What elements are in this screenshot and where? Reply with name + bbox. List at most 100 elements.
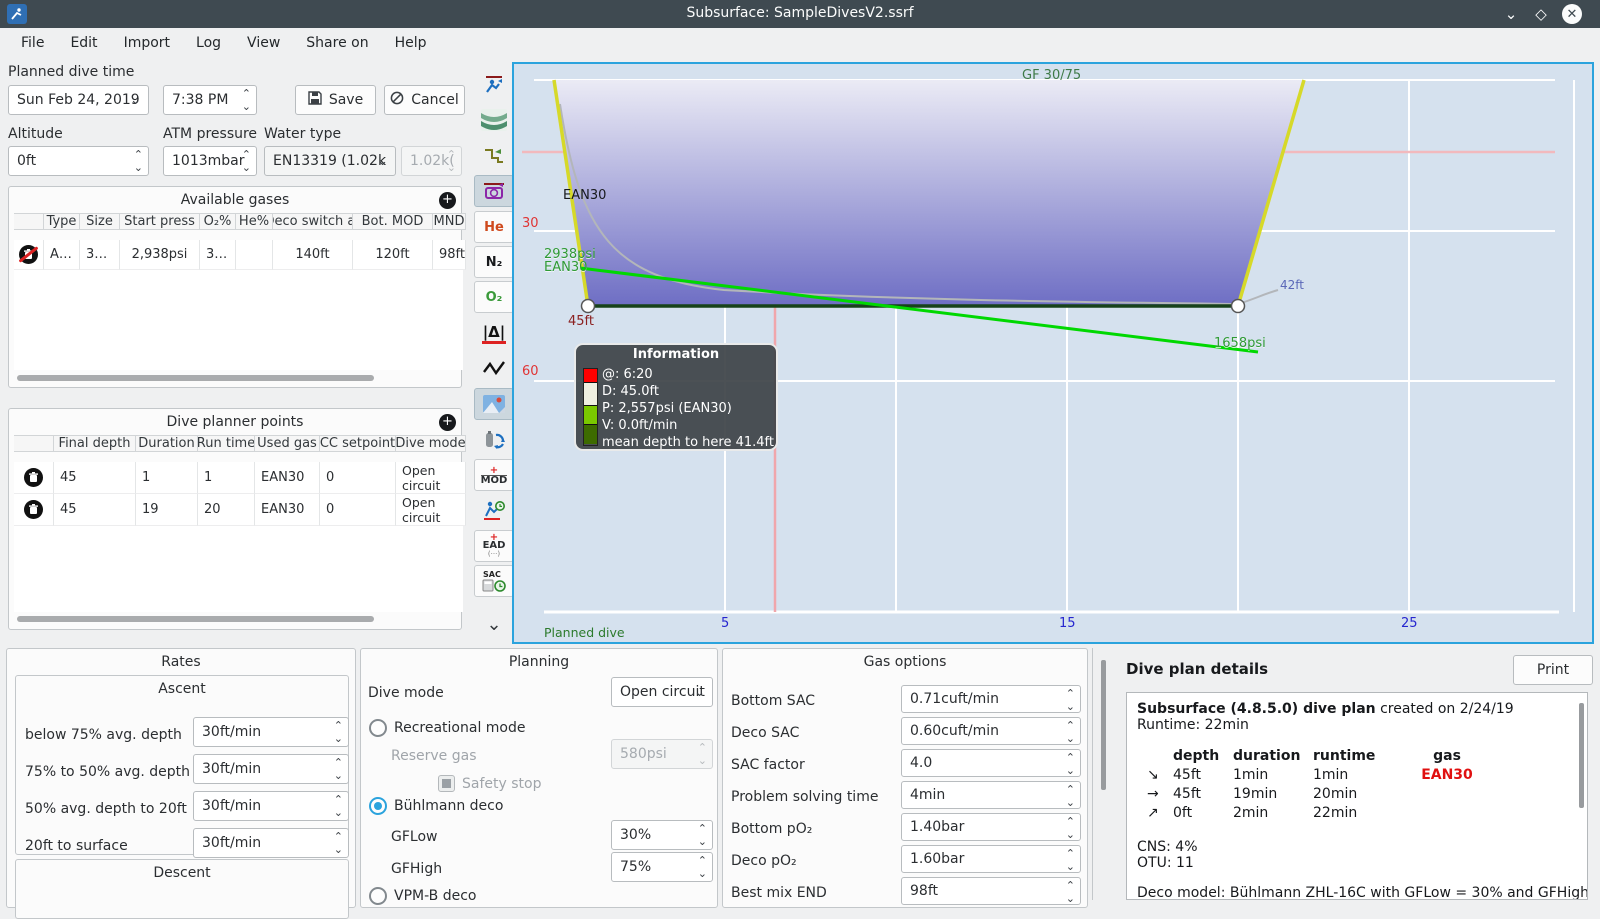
water-type-combo[interactable]: EN13319 (1.02k ⌄ — [264, 146, 396, 176]
spin-up-icon[interactable]: ⌃ — [1066, 847, 1075, 860]
menu-view[interactable]: View — [234, 31, 293, 55]
rate-20ft-surface-spinner[interactable]: 30ft/min ⌃ ⌄ — [193, 828, 349, 858]
menu-help[interactable]: Help — [382, 31, 440, 55]
toggle-pn2-button[interactable]: N₂ — [474, 246, 514, 278]
gas-start-press-cell[interactable]: 2,938psi — [120, 240, 200, 270]
best-mix-end-spinner[interactable]: 98ft ⌃ ⌄ — [901, 877, 1081, 905]
dive-time-spinner[interactable]: 7:38 PM ⌃ ⌄ — [163, 85, 257, 115]
spin-down-icon[interactable]: ⌄ — [1066, 892, 1075, 904]
gases-col-mnd[interactable]: MND — [433, 213, 466, 230]
rate-50-20ft-spinner[interactable]: 30ft/min ⌃ ⌄ — [193, 791, 349, 821]
spin-down-icon[interactable]: ⌄ — [334, 806, 343, 819]
spin-down-icon[interactable]: ⌄ — [698, 835, 707, 848]
gflow-spinner[interactable]: 30% ⌃ ⌄ — [611, 820, 713, 850]
spin-up-icon[interactable]: ⌃ — [1066, 879, 1075, 892]
menu-file[interactable]: File — [8, 31, 57, 55]
point-gas-cell[interactable]: EAN30 — [255, 462, 320, 494]
spin-up-icon[interactable]: ⌃ — [1066, 687, 1075, 700]
rate-75-50-spinner[interactable]: 30ft/min ⌃ ⌄ — [193, 754, 349, 784]
dive-mode-combo[interactable]: Open circuit ⌄ — [611, 677, 713, 707]
minimize-button[interactable]: ⌄ — [1500, 3, 1522, 25]
details-vscrollbar[interactable] — [1101, 660, 1106, 790]
profile-ruler-button[interactable] — [474, 140, 514, 172]
spin-up-icon[interactable]: ⌃ — [242, 148, 251, 161]
spin-down-icon[interactable]: ⌄ — [242, 100, 251, 113]
deco-po2-spinner[interactable]: 1.60bar ⌃ ⌄ — [901, 845, 1081, 873]
spin-down-icon[interactable]: ⌄ — [1066, 828, 1075, 840]
spin-down-icon[interactable]: ⌄ — [698, 867, 707, 880]
sac-factor-spinner[interactable]: 4.0 ⌃ ⌄ — [901, 749, 1081, 777]
gases-col-he[interactable]: He% — [236, 213, 273, 230]
menu-share-on[interactable]: Share on — [293, 31, 381, 55]
deco-sac-spinner[interactable]: 0.60cuft/min ⌃ ⌄ — [901, 717, 1081, 745]
dive-date-combo[interactable]: Sun Feb 24, 2019 ⌄ — [8, 85, 149, 115]
atm-pressure-spinner[interactable]: 1013mbar ⌃ ⌄ — [163, 146, 257, 176]
gas-mnd-cell[interactable]: 98ft — [433, 240, 466, 270]
toggle-ead-button[interactable]: + EAD (···) — [474, 530, 514, 562]
point-duration-cell[interactable]: 1 — [136, 462, 198, 494]
recreational-mode-radio[interactable] — [369, 719, 387, 737]
spin-down-icon[interactable]: ⌄ — [1066, 700, 1075, 712]
point-mode-cell[interactable]: Open circuit — [396, 462, 466, 494]
vpmb-deco-radio[interactable] — [369, 887, 387, 905]
gas-o2-cell[interactable]: 3… — [200, 240, 236, 270]
toggle-dc-reported-ceiling-button[interactable]: |Δ| — [474, 317, 514, 349]
menu-import[interactable]: Import — [111, 31, 183, 55]
spin-up-icon[interactable]: ⌃ — [242, 87, 251, 100]
menu-log[interactable]: Log — [183, 31, 234, 55]
add-point-button[interactable]: + — [439, 414, 456, 431]
toggle-photos-button[interactable] — [474, 388, 514, 420]
point-depth-cell[interactable]: 45 — [54, 494, 136, 526]
point-mode-cell[interactable]: Open circuit — [396, 494, 466, 526]
spin-up-icon[interactable]: ⌃ — [698, 822, 707, 835]
spin-up-icon[interactable]: ⌃ — [1066, 815, 1075, 828]
toggle-ndl-tts-button[interactable] — [474, 494, 514, 526]
point-row-delete[interactable] — [14, 494, 54, 526]
gas-bot-mod-cell[interactable]: 120ft — [353, 240, 433, 270]
toggle-mod-button[interactable]: + MOD — [474, 459, 514, 491]
bottom-po2-spinner[interactable]: 1.40bar ⌃ ⌄ — [901, 813, 1081, 841]
spin-up-icon[interactable]: ⌃ — [334, 719, 343, 732]
gas-type-cell[interactable]: A… — [44, 240, 80, 270]
information-tooltip[interactable]: Information @: 6:20 D: 45.0ft P: 2,557ps… — [574, 343, 778, 451]
points-col-depth[interactable]: Final depth — [54, 435, 136, 452]
plan-text-vscrollbar[interactable] — [1579, 703, 1584, 808]
spin-up-icon[interactable]: ⌃ — [334, 756, 343, 769]
cancel-button[interactable]: Cancel — [384, 85, 465, 115]
edit-dive-profile-button[interactable] — [474, 69, 514, 101]
save-button[interactable]: Save — [295, 85, 376, 115]
maximize-button[interactable]: ◇ — [1530, 3, 1552, 25]
spin-up-icon[interactable]: ⌃ — [1066, 751, 1075, 764]
gas-size-cell[interactable]: 3… — [80, 240, 120, 270]
toggle-heartrate-button[interactable] — [474, 352, 514, 384]
tank-bar-button[interactable] — [474, 175, 514, 207]
add-gas-button[interactable]: + — [439, 192, 456, 209]
gas-row-delete[interactable] — [14, 240, 44, 270]
spin-down-icon[interactable]: ⌄ — [242, 161, 251, 174]
points-col-duration[interactable]: Duration — [136, 435, 198, 452]
menu-edit[interactable]: Edit — [57, 31, 110, 55]
spin-down-icon[interactable]: ⌄ — [1066, 764, 1075, 776]
gases-col-size[interactable]: Size — [80, 213, 120, 230]
points-col-setpoint[interactable]: CC setpoint — [320, 435, 396, 452]
spin-down-icon[interactable]: ⌄ — [1066, 860, 1075, 872]
gases-col-o2[interactable]: O₂% — [200, 213, 236, 230]
gases-col-type[interactable]: Type — [44, 213, 80, 230]
points-hscrollbar[interactable] — [17, 616, 374, 622]
point-duration-cell[interactable]: 19 — [136, 494, 198, 526]
gas-he-cell[interactable] — [236, 240, 273, 270]
spin-up-icon[interactable]: ⌃ — [1066, 783, 1075, 796]
spin-down-icon[interactable]: ⌄ — [334, 732, 343, 745]
points-col-gas[interactable]: Used gas — [255, 435, 320, 452]
gfhigh-spinner[interactable]: 75% ⌃ ⌄ — [611, 852, 713, 882]
spin-down-icon[interactable]: ⌄ — [334, 843, 343, 856]
dive-profile-chart[interactable]: GF 30/75 EAN30 2938psi EAN30 45ft 42ft 1… — [512, 62, 1594, 644]
points-col-mode[interactable]: Dive mode — [396, 435, 466, 452]
spin-down-icon[interactable]: ⌄ — [134, 161, 143, 174]
rate-below-75-spinner[interactable]: 30ft/min ⌃ ⌄ — [193, 717, 349, 747]
point-row-delete[interactable] — [14, 462, 54, 494]
refill-tank-button[interactable] — [474, 423, 514, 455]
problem-solving-time-spinner[interactable]: 4min ⌃ ⌄ — [901, 781, 1081, 809]
toggle-po2-button[interactable]: O₂ — [474, 281, 514, 313]
gases-col-start-press[interactable]: Start press — [120, 213, 200, 230]
